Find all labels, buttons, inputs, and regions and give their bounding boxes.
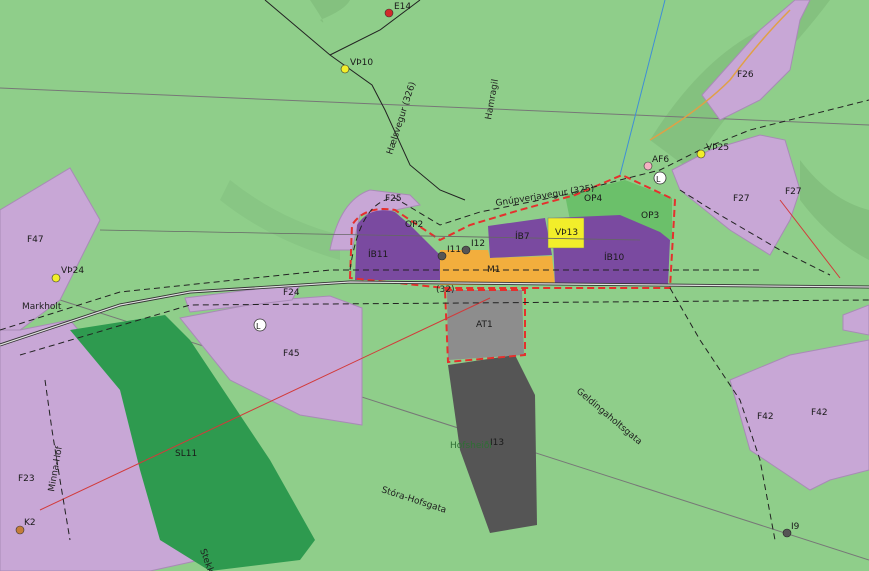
- label-f45: F45: [283, 349, 300, 359]
- point-vth24: [51, 273, 61, 283]
- label-f42a: F42: [757, 412, 774, 422]
- label-f23: F23: [18, 474, 35, 484]
- label-markholt: Markholt: [22, 302, 62, 312]
- point-i12: [461, 245, 471, 255]
- label-i12: I12: [471, 239, 485, 249]
- label-f47: F47: [27, 235, 44, 245]
- label-haelsvegur: Hælsvegur (326): [385, 81, 418, 156]
- label-f26: F26: [737, 70, 754, 80]
- label-f27a: F27: [785, 187, 802, 197]
- label-ib7: ÍB7: [515, 230, 530, 242]
- label-f27b: F27: [733, 194, 750, 204]
- point-i9: [782, 528, 792, 538]
- area-right-strip: [842, 304, 869, 336]
- label-ib11: ÍB11: [368, 248, 388, 260]
- point-vth25: [696, 149, 706, 159]
- point-i11: [437, 251, 447, 261]
- point-e14: [384, 8, 394, 18]
- label-vth13: VÞ13: [555, 228, 578, 238]
- label-i11: I11: [447, 245, 461, 255]
- point-af6: [643, 161, 653, 171]
- label-vth10: VÞ10: [350, 58, 373, 68]
- label-f42b: F42: [811, 408, 828, 418]
- label-sl11: SL11: [175, 449, 197, 459]
- label-m1: M1: [487, 265, 501, 275]
- label-op2: OP2: [405, 220, 423, 230]
- label-vth24: VÞ24: [61, 266, 84, 276]
- label-f24: F24: [283, 288, 300, 298]
- label-af6: AF6: [652, 155, 669, 165]
- label-f25: F25: [385, 194, 402, 204]
- label-e14: E14: [394, 2, 411, 12]
- label-hamragil: Hamragil: [484, 78, 501, 120]
- blue-line: [619, 0, 666, 176]
- label-vth25: VÞ25: [706, 143, 729, 153]
- area-f42: [729, 339, 869, 491]
- label-ib10: ÍB10: [604, 251, 625, 263]
- label-geldingaholtsgata: Geldingaholtsgata: [574, 387, 644, 448]
- label-k2: K2: [24, 518, 36, 528]
- label-hofsheidi: Hofsheiði: [450, 441, 492, 451]
- point-k2: [15, 525, 25, 535]
- zoning-map[interactable]: ÍB11 ÍB7 ÍB10 VÞ13 M1 AT1 I11 I12 I13 OP…: [0, 0, 869, 571]
- label-l2: L: [656, 175, 661, 184]
- label-storahofsgata: Stóra-Hofsgata: [380, 484, 448, 515]
- label-at1: AT1: [476, 320, 493, 330]
- label-op3: OP3: [641, 211, 659, 221]
- label-i9: I9: [791, 522, 800, 532]
- road-haelsvegur: [264, 0, 466, 201]
- label-l1: L: [256, 322, 261, 331]
- point-vth10: [340, 64, 350, 74]
- label-op4: OP4: [584, 194, 603, 204]
- label-i13: I13: [490, 438, 504, 448]
- label-main-road: (32): [436, 285, 454, 295]
